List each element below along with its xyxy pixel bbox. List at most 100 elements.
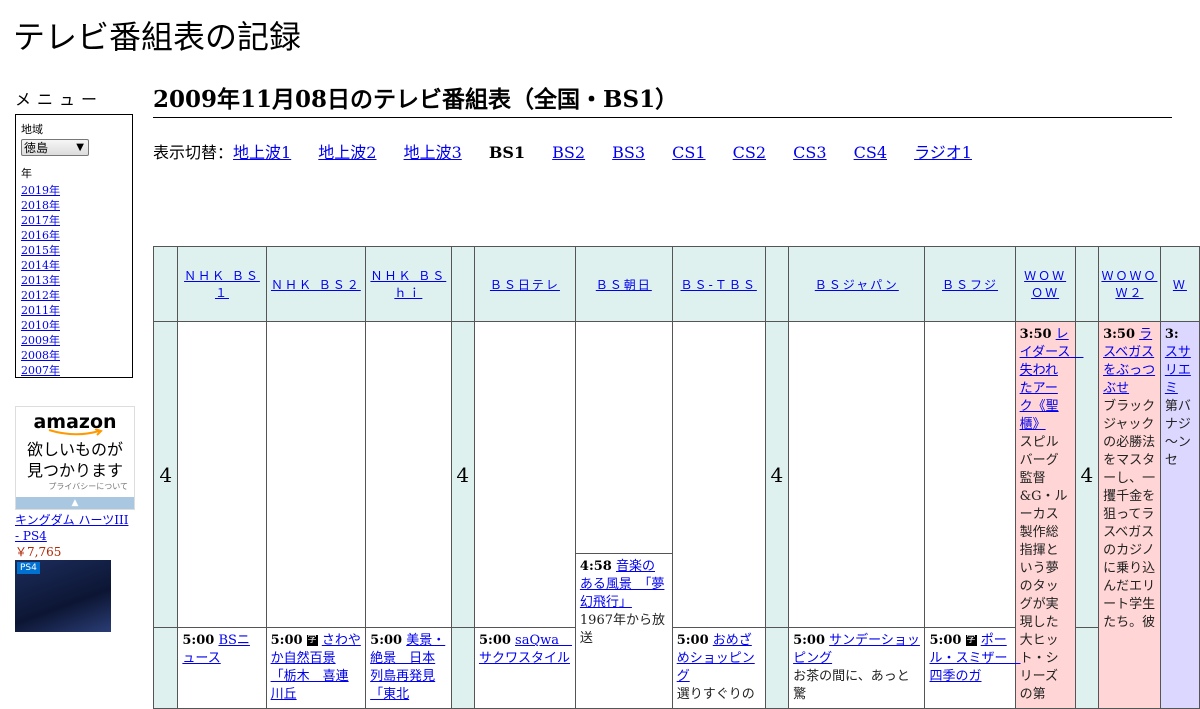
- switch-cs1[interactable]: CS1: [672, 143, 705, 162]
- program-cell: 5:00 saQwa サクワスタイル: [473, 627, 576, 709]
- channel-link[interactable]: ＢＳ日テレ: [490, 278, 560, 292]
- year-list: 2019年 2018年 2017年 2016年 2015年 2014年 2013…: [21, 183, 127, 378]
- ad-text-line1: 欲しいものが: [26, 440, 123, 459]
- program-time: 5:00: [929, 633, 962, 648]
- year-link-2014[interactable]: 2014年: [21, 258, 127, 273]
- channel-header[interactable]: ＢＳ-ＴＢＳ: [671, 246, 766, 322]
- channel-header[interactable]: ＷＯＷＯＷ２: [1098, 246, 1161, 322]
- program-cell: 3: スサリエミ 第バナジ～ンセ: [1159, 321, 1200, 709]
- program-time: 4:58: [579, 559, 612, 574]
- ad-privacy-link[interactable]: プライバシーについて: [16, 481, 134, 492]
- channel-header[interactable]: Ｗ: [1159, 246, 1200, 322]
- main-content: 2009年11月08日のテレビ番組表（全国・BS1） 表示切替：地上波1 地上波…: [153, 80, 1172, 163]
- year-link-2016[interactable]: 2016年: [21, 228, 127, 243]
- hour-label: 4: [764, 321, 790, 628]
- program-time: 5:00: [370, 633, 403, 648]
- hour-label: [764, 627, 790, 709]
- channel-link[interactable]: ＮＨＫ ＢＳ１: [184, 269, 260, 300]
- switch-cs2[interactable]: CS2: [733, 143, 766, 162]
- channel-header[interactable]: ＷＯＷＯＷ: [1014, 246, 1076, 322]
- year-link-2015[interactable]: 2015年: [21, 243, 127, 258]
- year-link-2013[interactable]: 2013年: [21, 273, 127, 288]
- year-link-2019[interactable]: 2019年: [21, 183, 127, 198]
- channel-header[interactable]: ＢＳ日テレ: [473, 246, 576, 322]
- hour-row-4: 4 4 4 3:50 レイダース 失われたアーク《聖櫃》 スピルバーグ監督&G・…: [152, 321, 1200, 709]
- program-title[interactable]: レイダース 失われたアーク《聖櫃》: [1020, 327, 1084, 432]
- program-time: 5:00: [478, 633, 511, 648]
- ad-text: 欲しいものが 見つかります: [16, 439, 134, 481]
- year-link-2012[interactable]: 2012年: [21, 288, 127, 303]
- year-link-2009[interactable]: 2009年: [21, 333, 127, 348]
- year-link-2007[interactable]: 2007年: [21, 363, 127, 378]
- program-title[interactable]: スサリエミ: [1165, 345, 1191, 396]
- channel-header[interactable]: ＢＳジャパン: [788, 246, 926, 322]
- empty-slot: [671, 321, 766, 628]
- switch-bs2[interactable]: BS2: [552, 143, 585, 162]
- ad-text-line2: 見つかります: [26, 461, 123, 480]
- switch-terrestrial-3[interactable]: 地上波3: [404, 143, 462, 162]
- subtitle-icon: 字: [965, 635, 977, 646]
- switch-bs3[interactable]: BS3: [612, 143, 645, 162]
- year-link-2011[interactable]: 2011年: [21, 303, 127, 318]
- chevron-up-icon: ▲: [71, 498, 79, 508]
- channel-header[interactable]: ＮＨＫ ＢＳ２: [265, 246, 367, 322]
- region-label: 地域: [21, 123, 43, 136]
- program-desc: お茶の間に、あっと驚: [793, 669, 910, 702]
- amazon-ad-banner[interactable]: amazon 欲しいものが 見つかります プライバシーについて ▲: [15, 406, 135, 510]
- channel-link[interactable]: ＮＨＫ ＢＳ２: [271, 278, 361, 292]
- channel-header[interactable]: ＢＳ朝日: [574, 246, 673, 322]
- channel-link[interactable]: ＷＯＷＯＷ: [1024, 269, 1066, 300]
- program-cell: 5:00 美景・絶景 日本列島再発見「東北: [365, 627, 452, 709]
- program-time: 5:00: [793, 633, 826, 648]
- year-link-2008[interactable]: 2008年: [21, 348, 127, 363]
- program-time: 5:00: [676, 633, 709, 648]
- switch-label: 表示切替：: [153, 143, 234, 162]
- program-time: 5:00: [270, 633, 303, 648]
- program-cell: 4:58 音楽のある風景 「夢幻飛行」 1967年から放送: [574, 553, 673, 709]
- switch-terrestrial-2[interactable]: 地上波2: [318, 143, 376, 162]
- program-desc: ブラックジャックの必勝法をマスターし、一攫千金を狙ってラスベガスのカジノに乗り込…: [1103, 399, 1156, 630]
- hour-label: [152, 627, 179, 709]
- year-label: 年: [21, 167, 32, 180]
- program-time: 3:50: [1103, 327, 1135, 342]
- switch-radio-1[interactable]: ラジオ1: [914, 143, 972, 162]
- program-cell: 5:00 サンデーショッピング お茶の間に、あっと驚: [788, 627, 926, 709]
- program-desc: スピルバーグ監督&G・ルーカス製作総指揮という夢のタッグが実現した大ヒット・シリ…: [1019, 435, 1068, 702]
- hour-label: 4: [152, 321, 179, 628]
- product-link[interactable]: キングダム ハーツIII - PS4: [15, 512, 135, 544]
- menu-box: 地域 徳島 ▼ 年 2019年 2018年 2017年 2016年 2015年 …: [15, 114, 133, 378]
- empty-slot: [177, 321, 267, 628]
- subtitle-icon: 字: [306, 635, 318, 646]
- channel-link[interactable]: Ｗ: [1173, 278, 1187, 292]
- year-link-2010[interactable]: 2010年: [21, 318, 127, 333]
- channel-link[interactable]: ＷＯＷＯＷ２: [1101, 269, 1157, 300]
- empty-slot: [924, 321, 1016, 628]
- region-select[interactable]: 徳島 ▼: [21, 139, 89, 156]
- program-cell: 3:50 レイダース 失われたアーク《聖櫃》 スピルバーグ監督&G・ルーカス製作…: [1014, 321, 1083, 709]
- sidebar: メニュー 地域 徳島 ▼ 年 2019年 2018年 2017年 2016年 2…: [15, 86, 135, 378]
- product-image[interactable]: PS4: [15, 560, 111, 632]
- hour-label: [450, 627, 475, 709]
- switch-cs3[interactable]: CS3: [793, 143, 826, 162]
- channel-header[interactable]: ＢＳフジ: [924, 246, 1016, 322]
- channel-link[interactable]: ＢＳジャパン: [815, 278, 899, 292]
- header-spacer: [152, 246, 179, 322]
- empty-slot: [265, 321, 367, 628]
- switch-terrestrial-1[interactable]: 地上波1: [233, 143, 291, 162]
- channel-link[interactable]: ＢＳフジ: [942, 278, 998, 292]
- channel-link[interactable]: ＢＳ-ＴＢＳ: [681, 278, 757, 292]
- year-link-2018[interactable]: 2018年: [21, 198, 127, 213]
- channel-link[interactable]: ＮＨＫ ＢＳ ｈｉ: [370, 269, 446, 300]
- switch-cs4[interactable]: CS4: [854, 143, 887, 162]
- channel-header[interactable]: ＮＨＫ ＢＳ ｈｉ: [365, 246, 452, 322]
- program-cell: 5:00 字 ポール・スミザー 四季のガ: [924, 627, 1021, 709]
- channel-link[interactable]: ＢＳ朝日: [596, 278, 652, 292]
- channel-header[interactable]: ＮＨＫ ＢＳ１: [177, 246, 267, 322]
- header-spacer: [1074, 246, 1100, 322]
- channel-header-row: ＮＨＫ ＢＳ１ ＮＨＫ ＢＳ２ ＮＨＫ ＢＳ ｈｉ ＢＳ日テレ ＢＳ朝日 ＢＳ-…: [152, 246, 1200, 322]
- year-link-2017[interactable]: 2017年: [21, 213, 127, 228]
- chevron-down-icon: ▼: [76, 142, 84, 153]
- ad-collapse-bar[interactable]: ▲: [16, 497, 134, 509]
- hour-label: 4: [1074, 321, 1100, 628]
- program-cell: 5:00 BSニュース: [177, 627, 267, 709]
